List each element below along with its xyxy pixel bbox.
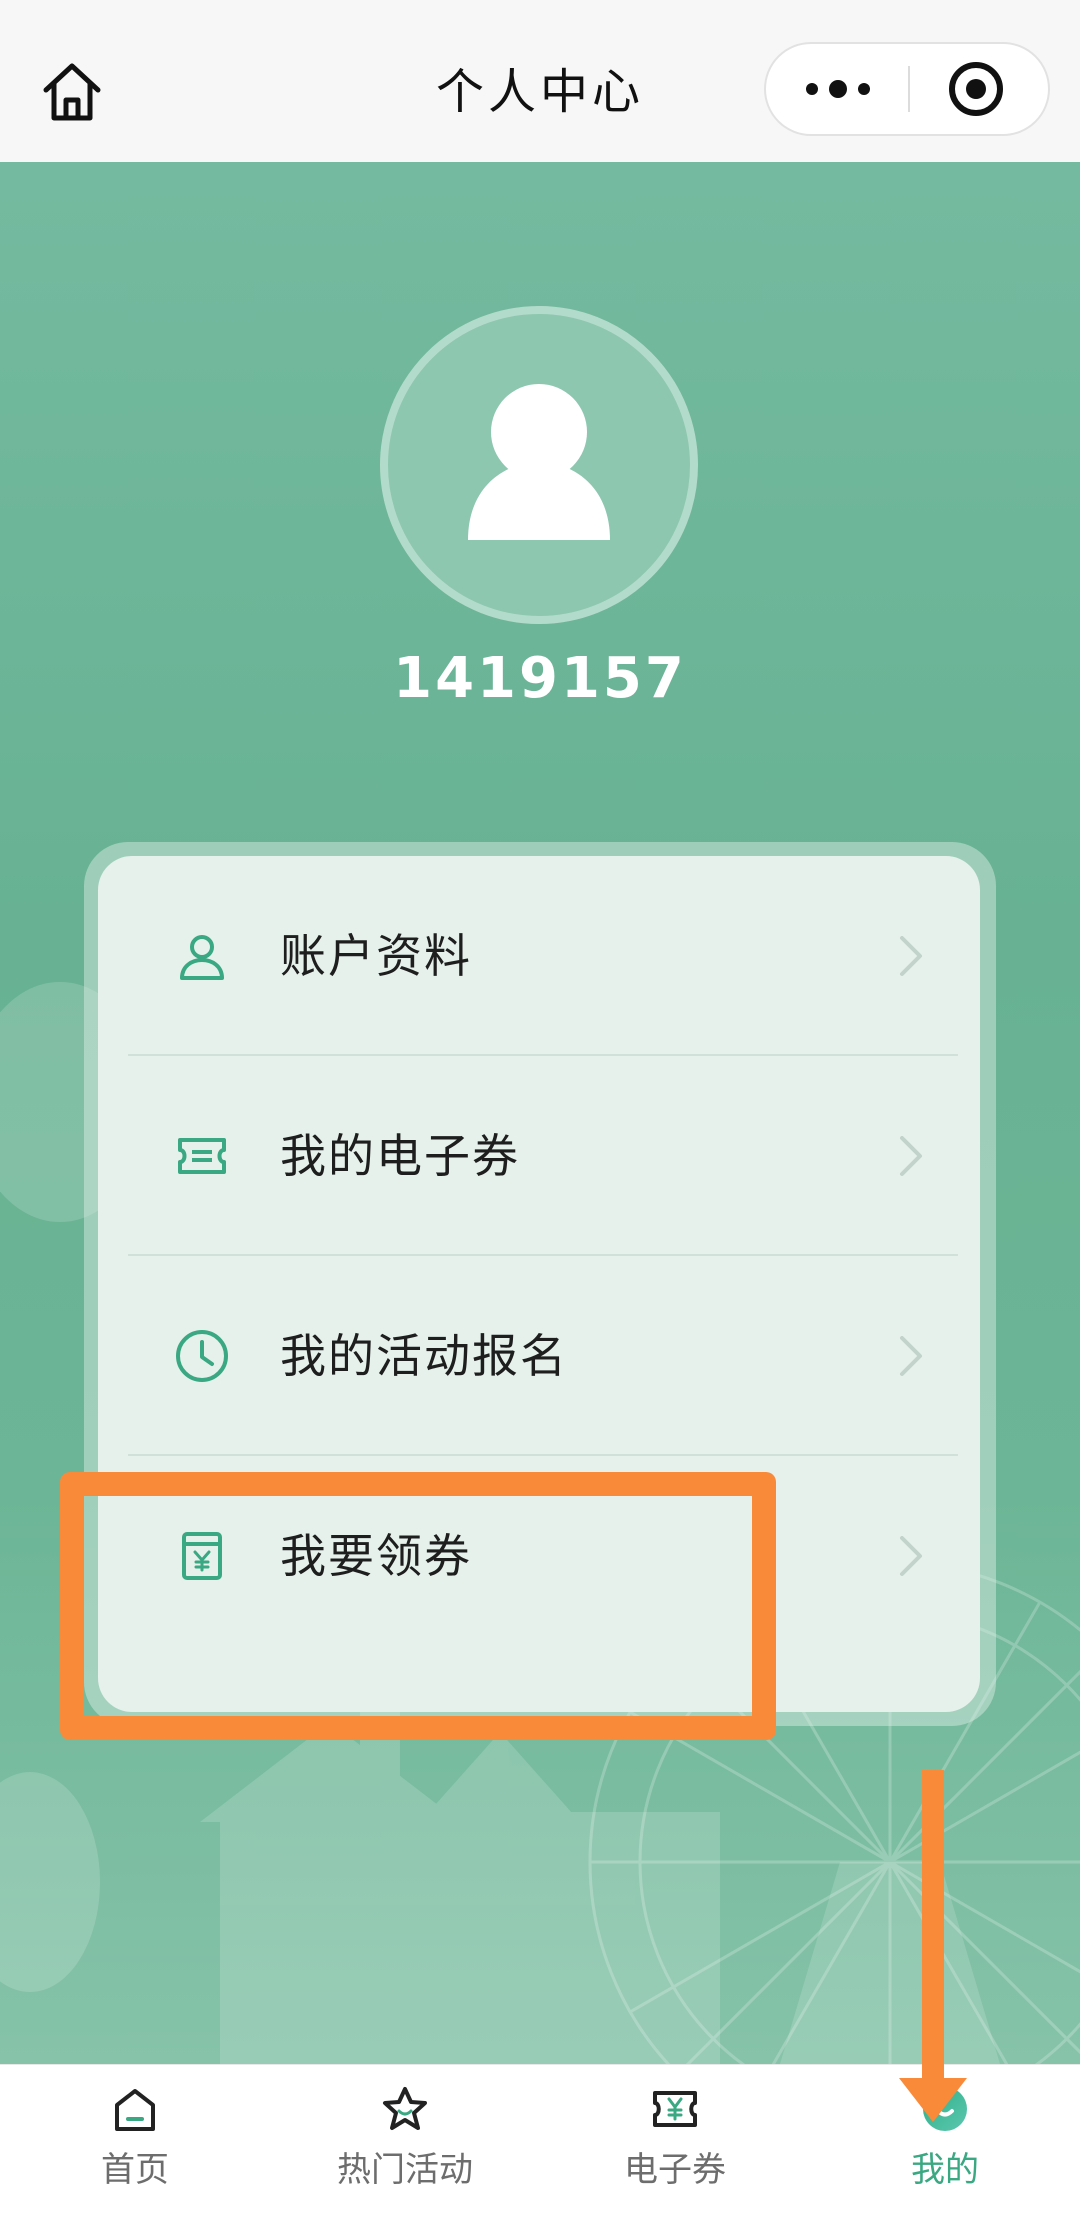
menu-item-label: 我的电子券 (280, 1129, 520, 1183)
chevron-right-icon (900, 936, 922, 976)
star-icon (383, 2087, 427, 2130)
user-avatar-icon (468, 384, 610, 540)
tab-e-coupons[interactable]: 电子券 (540, 2065, 810, 2216)
annotation-arrow-head (899, 2078, 967, 2122)
menu-item-account-info[interactable]: 账户资料 (128, 856, 958, 1056)
top-nav-bar: 个人中心 (0, 0, 1080, 162)
clock-icon (176, 1330, 228, 1382)
tab-label: 我的 (911, 2150, 979, 2190)
annotation-arrow-shaft (922, 1770, 944, 2090)
target-close-icon (949, 62, 1003, 116)
home-tab-icon (115, 2089, 155, 2131)
menu-item-label: 我的活动报名 (280, 1329, 568, 1383)
yuan-ticket-icon (653, 2091, 697, 2127)
menu-item-my-coupons[interactable]: 我的电子券 (128, 1056, 958, 1256)
ticket-icon (178, 1138, 226, 1174)
close-mini-program-button[interactable] (910, 44, 1048, 134)
more-dots-icon (806, 80, 870, 98)
avatar[interactable] (380, 306, 698, 624)
tab-label: 热门活动 (337, 2150, 473, 2190)
more-button[interactable] (766, 44, 908, 134)
tab-label: 首页 (101, 2150, 169, 2190)
chevron-right-icon (900, 1136, 922, 1176)
chevron-right-icon (900, 1536, 922, 1576)
mini-program-capsule (764, 42, 1050, 136)
tab-hot-activities[interactable]: 热门活动 (270, 2065, 540, 2216)
menu-item-label: 账户资料 (280, 929, 472, 983)
annotation-highlight-box (60, 1472, 776, 1740)
user-id: 1419157 (393, 646, 687, 711)
user-outline-icon (180, 935, 224, 980)
menu-item-my-activity-signups[interactable]: 我的活动报名 (128, 1256, 958, 1456)
tab-label: 电子券 (624, 2150, 726, 2190)
tab-home[interactable]: 首页 (0, 2065, 270, 2216)
chevron-right-icon (900, 1336, 922, 1376)
